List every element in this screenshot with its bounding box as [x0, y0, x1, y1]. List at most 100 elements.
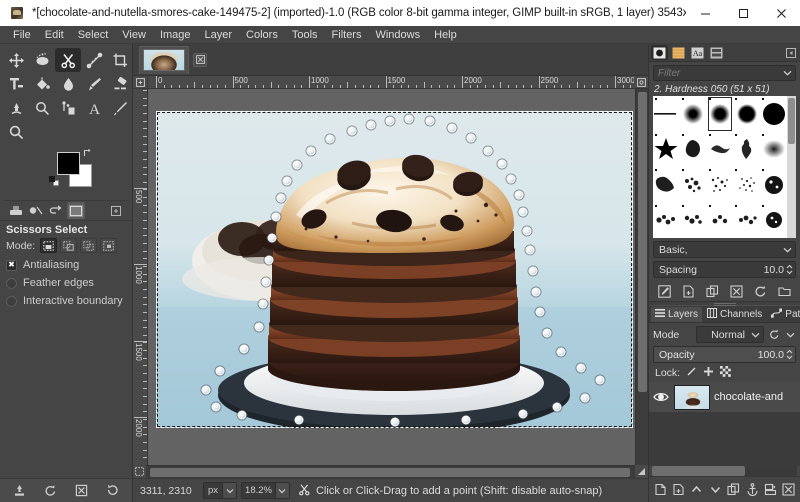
lock-position-icon[interactable] — [703, 366, 714, 380]
brush-cell[interactable] — [733, 132, 760, 168]
feather-edges-row[interactable]: Feather edges — [0, 274, 132, 292]
intersect-mode-button[interactable] — [100, 238, 118, 253]
fuzzy-select-tool[interactable] — [29, 48, 55, 72]
tab-layers[interactable]: Layers — [651, 306, 703, 322]
horizontal-scrollbar[interactable] — [146, 465, 635, 478]
chevron-down-icon[interactable] — [784, 332, 796, 338]
lower-layer-icon[interactable] — [707, 481, 724, 499]
brush-cell[interactable] — [760, 132, 787, 168]
ruler-corner-icon[interactable] — [634, 76, 648, 89]
clone-tool[interactable] — [29, 96, 55, 120]
brush-filter-input[interactable]: Filter — [653, 65, 796, 81]
brush-cell[interactable] — [733, 203, 760, 239]
reset-colors-icon[interactable] — [49, 176, 60, 187]
menu-help[interactable]: Help — [427, 26, 464, 44]
brush-cell[interactable] — [680, 203, 707, 239]
pattern-indicator-icon[interactable] — [27, 202, 45, 219]
horizontal-scroll-thumb[interactable] — [150, 468, 630, 477]
brush-grid[interactable] — [653, 96, 796, 238]
smudge-tool[interactable] — [55, 72, 81, 96]
crop-tool[interactable] — [107, 48, 133, 72]
opacity-stepper[interactable] — [786, 349, 795, 360]
layer-visibility-icon[interactable] — [652, 391, 670, 403]
feather-edges-checkbox[interactable] — [6, 277, 17, 289]
image-tab[interactable] — [139, 45, 189, 74]
move-tool[interactable] — [3, 48, 29, 72]
lock-pixels-icon[interactable] — [686, 366, 697, 380]
delete-layer-icon[interactable] — [780, 481, 797, 499]
new-layer-icon[interactable] — [652, 481, 669, 499]
brush-cell[interactable] — [653, 132, 680, 168]
foreground-color-swatch[interactable] — [57, 152, 80, 175]
brush-cell[interactable] — [653, 167, 680, 203]
chevron-down-icon[interactable] — [779, 70, 795, 76]
chevron-down-icon[interactable] — [274, 483, 289, 498]
menu-colors[interactable]: Colors — [239, 26, 285, 44]
antialiasing-row[interactable]: Antialiasing — [0, 256, 132, 274]
antialiasing-checkbox[interactable] — [6, 259, 17, 271]
interactive-boundary-row[interactable]: Interactive boundary — [0, 292, 132, 310]
anchor-layer-icon[interactable] — [744, 481, 761, 499]
brush-cell[interactable] — [680, 96, 707, 132]
menu-image[interactable]: Image — [153, 26, 198, 44]
minimize-button[interactable] — [686, 0, 724, 26]
brush-scroll-thumb[interactable] — [788, 98, 795, 144]
menu-file[interactable]: File — [6, 26, 38, 44]
document-history-tab[interactable] — [708, 45, 725, 60]
layer-row[interactable]: chocolate-and — [649, 382, 800, 412]
menu-tools[interactable]: Tools — [285, 26, 325, 44]
navigation-preview-button[interactable] — [635, 465, 648, 478]
measure-tool[interactable] — [81, 48, 107, 72]
vertical-scroll-thumb[interactable] — [638, 92, 647, 392]
spacing-field[interactable]: Spacing 10.0 — [653, 261, 796, 278]
ink-tool[interactable] — [107, 96, 133, 120]
opacity-slider[interactable]: Opacity 100.0 — [653, 346, 796, 363]
layer-list-scrollbar[interactable] — [652, 466, 797, 476]
subtract-mode-button[interactable] — [80, 238, 98, 253]
tab-channels[interactable]: Channels — [703, 307, 766, 322]
text-tool[interactable]: A — [81, 96, 107, 120]
scissors-select-tool[interactable] — [55, 48, 81, 72]
raise-layer-icon[interactable] — [688, 481, 705, 499]
new-layer-group-icon[interactable] — [670, 481, 687, 499]
menu-layer[interactable]: Layer — [198, 26, 240, 44]
brush-cell[interactable] — [733, 167, 760, 203]
new-brush-icon[interactable] — [679, 283, 698, 300]
unit-selector[interactable]: px — [203, 482, 238, 499]
gradient-tool[interactable] — [55, 96, 81, 120]
menu-select[interactable]: Select — [71, 26, 116, 44]
layer-list[interactable]: chocolate-and — [649, 382, 800, 466]
lock-alpha-icon[interactable] — [720, 365, 731, 380]
zoom-tool[interactable] — [3, 120, 29, 144]
fonts-tab[interactable]: Aa — [689, 45, 706, 60]
menu-windows[interactable]: Windows — [368, 26, 427, 44]
eraser-tool[interactable] — [107, 72, 133, 96]
brush-grid-scrollbar[interactable] — [787, 96, 796, 238]
brush-cell[interactable] — [760, 203, 787, 239]
horizontal-ruler[interactable]: 0 500 1000 1500 2000 2500 3000 — [148, 76, 634, 89]
toolbox-menu-icon[interactable] — [107, 202, 125, 219]
add-mode-button[interactable] — [60, 238, 78, 253]
brush-tag-selector[interactable]: Basic, — [653, 241, 796, 258]
chevron-down-icon[interactable] — [779, 247, 795, 253]
brush-cell[interactable] — [733, 96, 760, 132]
bucket-fill-tool[interactable] — [29, 72, 55, 96]
layer-scroll-thumb[interactable] — [652, 466, 745, 476]
swap-colors-icon[interactable] — [83, 148, 93, 158]
canvas-viewport[interactable] — [148, 89, 635, 465]
save-tool-preset-icon[interactable] — [9, 482, 31, 500]
spacing-stepper[interactable] — [786, 264, 795, 275]
menu-filters[interactable]: Filters — [325, 26, 369, 44]
active-image-icon[interactable] — [67, 202, 85, 219]
close-button[interactable] — [762, 0, 800, 26]
tab-close-icon[interactable] — [193, 52, 207, 67]
refresh-brushes-icon[interactable] — [751, 283, 770, 300]
tab-paths[interactable]: Paths — [767, 307, 800, 322]
gradient-indicator-icon[interactable] — [47, 202, 65, 219]
zoom-selector[interactable]: 18.2% — [241, 482, 290, 499]
delete-tool-preset-icon[interactable] — [71, 482, 93, 500]
patterns-tab[interactable] — [670, 45, 687, 60]
quick-mask-toggle[interactable] — [133, 465, 146, 478]
airbrush-tool[interactable] — [3, 96, 29, 120]
duplicate-layer-icon[interactable] — [725, 481, 742, 499]
